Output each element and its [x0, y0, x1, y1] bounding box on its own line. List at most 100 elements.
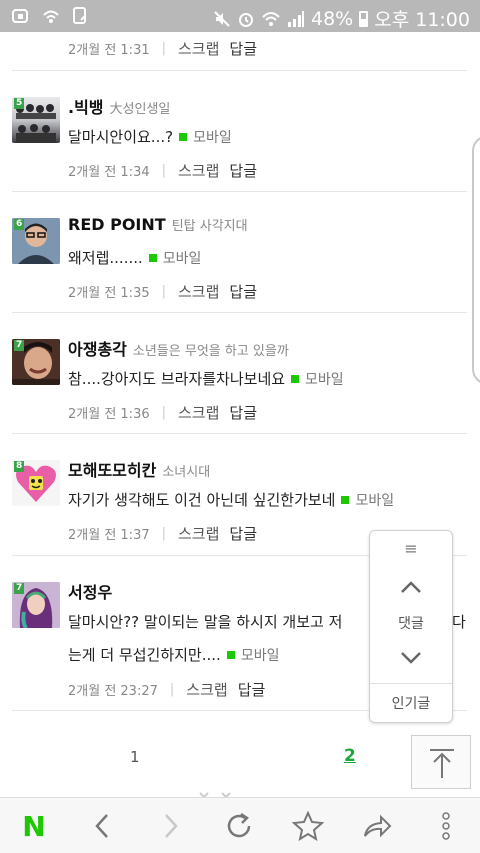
alarm-icon — [239, 12, 253, 27]
meta-separator: | — [169, 682, 175, 697]
avatar[interactable]: 6 — [12, 218, 60, 264]
commenter-nickname: RED POINT — [68, 215, 166, 234]
star-icon — [292, 811, 324, 841]
commenter-name[interactable]: 아쟁총각 소년들은 무엇을 하고 있을까 — [68, 336, 289, 360]
naver-logo: N — [22, 809, 46, 843]
comment-text: 달마시안?? 말이되는 말을 하시지 개보고 저 — [68, 611, 342, 632]
comment-body: 달마시안?? 말이되는 말을 하시지 개보고 저 — [68, 613, 343, 631]
naver-home-button[interactable]: N — [14, 808, 54, 844]
mobile-dot-icon — [226, 651, 235, 659]
mobile-dot-icon — [291, 375, 300, 383]
comment-time: 2개월 전 1:36 — [68, 407, 150, 422]
share-arrow-icon — [364, 814, 392, 838]
more-options-button[interactable] — [426, 808, 466, 844]
menu-icon[interactable]: ≡ — [370, 539, 452, 558]
commenter-nickname: 아쟁총각 — [68, 340, 127, 359]
avatar[interactable]: 8 — [12, 460, 60, 506]
mobile-dot-icon — [341, 496, 350, 504]
scrap-button[interactable]: 스크랩 — [186, 679, 227, 700]
comment-text: 달마시안이요...? 모바일 — [68, 126, 232, 147]
scrap-button[interactable]: 스크랩 — [178, 402, 219, 423]
bookmark-button[interactable] — [288, 808, 328, 844]
reply-button[interactable]: 답글 — [229, 523, 257, 544]
edge-panel-handle[interactable] — [472, 135, 480, 385]
mobile-label: 모바일 — [193, 130, 232, 146]
notification-icons — [12, 7, 88, 25]
commenter-name[interactable]: .빅뱅 大성인생일 — [68, 94, 170, 118]
commenter-name[interactable]: RED POINT 틴탑 사각지대 — [68, 215, 248, 234]
comment-text-line2: 는게 더 무섭긴하지만.... 모바일 — [68, 644, 279, 665]
arrow-up-to-top-icon — [430, 749, 454, 778]
comment-time: 2개월 전 1:35 — [68, 286, 150, 301]
commenter-name[interactable]: 서정우 — [68, 579, 112, 603]
partial-comment-meta: 2개월 전 1:31 | 스크랩 답글 — [68, 38, 257, 59]
avatar[interactable]: 5 — [12, 97, 60, 143]
page-1-link[interactable]: 1 — [130, 748, 140, 766]
divider — [12, 191, 467, 192]
scrap-button[interactable]: 스크랩 — [178, 281, 219, 302]
pagination: 1 2 — [0, 740, 480, 780]
comment-text-tail: 다 — [452, 613, 466, 631]
wifi-icon — [262, 11, 280, 26]
app-icon — [12, 9, 28, 23]
reply-button[interactable]: 답글 — [229, 160, 257, 181]
comment-body: 자기가 생각해도 이건 아닌데 싶긴한가보네 — [68, 491, 336, 509]
meta-separator: | — [161, 41, 166, 56]
status-bar: 48% 오후 11:00 — [0, 0, 480, 32]
level-badge: 5 — [14, 98, 25, 109]
battery-icon — [359, 10, 369, 27]
comment-time: 2개월 전 1:37 — [68, 528, 150, 543]
comment-time: 2개월 전 23:27 — [68, 684, 158, 699]
reply-button[interactable]: 답글 — [229, 38, 257, 59]
comment-meta: 2개월 전 1:36 | 스크랩 답글 — [68, 402, 257, 423]
commenter-group: 틴탑 사각지대 — [171, 219, 248, 234]
chevron-down-icon[interactable] — [370, 646, 452, 671]
comment-time: 2개월 전 1:34 — [68, 165, 150, 180]
mobile-dot-icon — [179, 133, 188, 141]
comment-body: 달마시안이요...? — [68, 128, 174, 146]
battery-percent: 48% — [311, 7, 354, 30]
avatar[interactable]: 7 — [12, 582, 60, 628]
forward-arrow-icon — [165, 814, 178, 838]
chevron-up-icon[interactable] — [370, 575, 452, 600]
comments-label: 댓글 — [398, 616, 424, 632]
forward-button[interactable] — [151, 808, 191, 844]
mobile-label: 모바일 — [305, 372, 344, 388]
scrap-button[interactable]: 스크랩 — [178, 523, 219, 544]
signal-icon — [288, 10, 304, 27]
reply-button[interactable]: 답글 — [238, 679, 266, 700]
popular-posts-button[interactable]: 인기글 — [370, 693, 452, 713]
comment-text: 참....강아지도 브라자를차나보네요 모바일 — [68, 368, 344, 389]
divider — [12, 312, 467, 313]
comment-text: 왜저렙....... 모바일 — [68, 247, 201, 268]
mute-icon — [214, 10, 230, 27]
comment-meta: 2개월 전 23:27 | 스크랩 답글 — [68, 679, 265, 700]
comment-meta: 2개월 전 1:37 | 스크랩 답글 — [68, 523, 257, 544]
status-right: 48% 오후 11:00 — [213, 5, 470, 32]
avatar[interactable]: 7 — [12, 339, 60, 385]
scrap-button[interactable]: 스크랩 — [178, 38, 219, 59]
commenter-name[interactable]: 모해또모히칸 소녀시대 — [68, 457, 210, 481]
refresh-button[interactable] — [219, 808, 259, 844]
mobile-label: 모바일 — [162, 251, 202, 267]
divider — [12, 433, 467, 434]
comment-text: 자기가 생각해도 이건 아닌데 싶긴한가보네 모바일 — [68, 489, 394, 510]
level-badge: 6 — [14, 219, 25, 230]
commenter-nickname: .빅뱅 — [68, 98, 104, 117]
panel-divider — [370, 683, 452, 684]
reply-button[interactable]: 답글 — [229, 281, 257, 302]
comment-body-line2: 는게 더 무섭긴하지만.... — [68, 646, 221, 664]
refresh-icon — [227, 812, 251, 838]
mobile-label: 모바일 — [355, 493, 395, 509]
meta-separator: | — [161, 163, 166, 178]
share-button[interactable] — [357, 808, 397, 844]
page-2-current[interactable]: 2 — [344, 746, 356, 766]
back-button[interactable] — [82, 808, 122, 844]
comment-meta: 2개월 전 1:34 | 스크랩 답글 — [68, 160, 257, 181]
screenshot-icon — [73, 7, 86, 24]
reply-button[interactable]: 답글 — [229, 402, 257, 423]
more-vertical-icon — [442, 812, 450, 840]
comment-body: 왜저렙....... — [68, 249, 143, 267]
scroll-to-top-button[interactable] — [411, 735, 471, 789]
scrap-button[interactable]: 스크랩 — [178, 160, 219, 181]
